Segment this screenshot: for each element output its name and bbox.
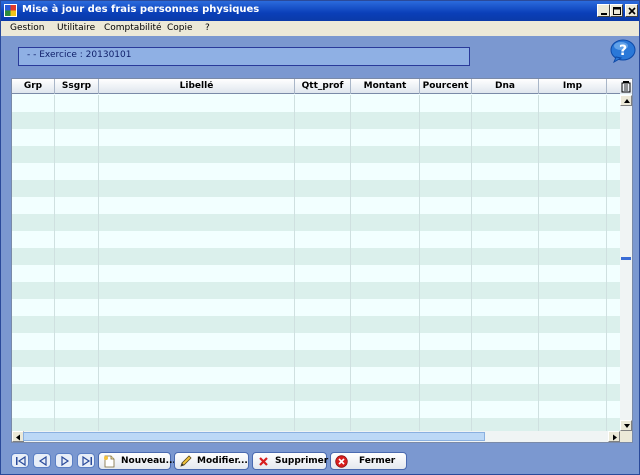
table-row[interactable] xyxy=(12,282,620,299)
table-row[interactable] xyxy=(12,299,620,316)
close-circle-icon xyxy=(335,455,348,468)
app-window: Mise à jour des frais personnes physique… xyxy=(0,0,640,475)
column-divider xyxy=(54,95,55,432)
table-row[interactable] xyxy=(12,163,620,180)
nav-next-button[interactable] xyxy=(55,453,73,468)
table-row[interactable] xyxy=(12,316,620,333)
vertical-scrollbar[interactable] xyxy=(620,95,632,433)
scroll-up-button[interactable] xyxy=(620,95,632,106)
new-button[interactable]: Nouveau... xyxy=(98,452,176,470)
table-row[interactable] xyxy=(12,333,620,350)
table-row[interactable] xyxy=(12,350,620,367)
menu-copie[interactable]: Copie xyxy=(167,23,193,33)
delete-button-label: Supprimer xyxy=(275,456,329,466)
horizontal-scrollbar[interactable] xyxy=(12,431,620,442)
scroll-down-button[interactable] xyxy=(620,420,632,431)
close-button-label: Fermer xyxy=(359,456,396,466)
exercice-label: - - Exercice : 20130101 xyxy=(27,50,132,60)
data-grid[interactable]: Grp Ssgrp Libellé Qtt_prof Montant Pourc… xyxy=(11,78,633,443)
title-bar[interactable]: Mise à jour des frais personnes physique… xyxy=(1,1,639,21)
table-row[interactable] xyxy=(12,367,620,384)
table-row[interactable] xyxy=(12,197,620,214)
col-header-grp[interactable]: Grp xyxy=(12,81,54,91)
col-header-imp[interactable]: Imp xyxy=(539,81,606,91)
menu-bar: Gestion Utilitaire Comptabilité Copie ? xyxy=(1,21,639,36)
svg-text:?: ? xyxy=(619,43,627,59)
arrow-down-icon xyxy=(624,424,630,428)
col-header-montant[interactable]: Montant xyxy=(351,81,419,91)
grid-header: Grp Ssgrp Libellé Qtt_prof Montant Pourc… xyxy=(12,79,620,94)
table-row[interactable] xyxy=(12,95,620,112)
help-icon[interactable]: ? xyxy=(610,39,637,63)
trash-icon[interactable] xyxy=(620,79,632,94)
next-record-icon xyxy=(61,456,70,466)
first-record-icon xyxy=(16,456,26,466)
column-divider xyxy=(538,95,539,432)
table-row[interactable] xyxy=(12,214,620,231)
scroll-right-button[interactable] xyxy=(608,431,620,442)
new-button-label: Nouveau... xyxy=(121,456,176,466)
arrow-up-icon xyxy=(624,99,630,103)
red-x-icon xyxy=(259,457,268,466)
close-button[interactable] xyxy=(625,4,638,17)
maximize-button[interactable] xyxy=(610,4,623,17)
bottom-toolbar: Nouveau... Modifier... Supprimer Fermer xyxy=(1,446,639,474)
column-divider xyxy=(471,95,472,432)
previous-record-icon xyxy=(38,456,47,466)
horizontal-scroll-thumb[interactable] xyxy=(23,432,485,441)
menu-comptabilite[interactable]: Comptabilité xyxy=(104,23,162,33)
column-divider xyxy=(350,95,351,432)
table-row[interactable] xyxy=(12,418,620,432)
pencil-icon xyxy=(180,455,192,467)
column-divider xyxy=(419,95,420,432)
table-row[interactable] xyxy=(12,248,620,265)
close-icon xyxy=(628,7,636,15)
close-window-button[interactable]: Fermer xyxy=(330,452,407,470)
maximize-icon xyxy=(613,7,621,15)
vertical-scroll-thumb[interactable] xyxy=(621,257,631,260)
minimize-icon xyxy=(601,13,607,15)
col-header-ssgrp[interactable]: Ssgrp xyxy=(55,81,98,91)
column-divider xyxy=(98,95,99,432)
nav-previous-button[interactable] xyxy=(33,453,51,468)
scrollbar-corner xyxy=(620,431,632,442)
grid-body[interactable] xyxy=(12,95,620,432)
table-row[interactable] xyxy=(12,129,620,146)
last-record-icon xyxy=(82,456,92,466)
app-icon xyxy=(4,4,17,17)
column-divider xyxy=(606,95,607,432)
table-row[interactable] xyxy=(12,146,620,163)
nav-first-button[interactable] xyxy=(11,453,29,468)
table-row[interactable] xyxy=(12,401,620,418)
table-row[interactable] xyxy=(12,231,620,248)
table-row[interactable] xyxy=(12,112,620,129)
col-header-dna[interactable]: Dna xyxy=(472,81,538,91)
window-title: Mise à jour des frais personnes physique… xyxy=(22,4,260,15)
menu-gestion[interactable]: Gestion xyxy=(10,23,44,33)
menu-help[interactable]: ? xyxy=(205,23,210,33)
arrow-right-icon xyxy=(613,434,617,441)
arrow-left-icon xyxy=(16,434,20,441)
col-header-libelle[interactable]: Libellé xyxy=(99,81,294,91)
exercice-info: - - Exercice : 20130101 xyxy=(18,47,470,66)
column-divider xyxy=(294,95,295,432)
table-row[interactable] xyxy=(12,265,620,282)
nav-last-button[interactable] xyxy=(77,453,95,468)
menu-utilitaire[interactable]: Utilitaire xyxy=(57,23,95,33)
col-header-qtt-prof[interactable]: Qtt_prof xyxy=(295,81,350,91)
table-row[interactable] xyxy=(12,180,620,197)
table-row[interactable] xyxy=(12,384,620,401)
edit-button-label: Modifier... xyxy=(197,456,248,466)
new-document-icon xyxy=(104,455,115,468)
edit-button[interactable]: Modifier... xyxy=(174,452,249,470)
minimize-button[interactable] xyxy=(597,4,610,17)
delete-button[interactable]: Supprimer xyxy=(252,452,329,470)
col-header-pourcent[interactable]: Pourcent xyxy=(420,81,471,91)
